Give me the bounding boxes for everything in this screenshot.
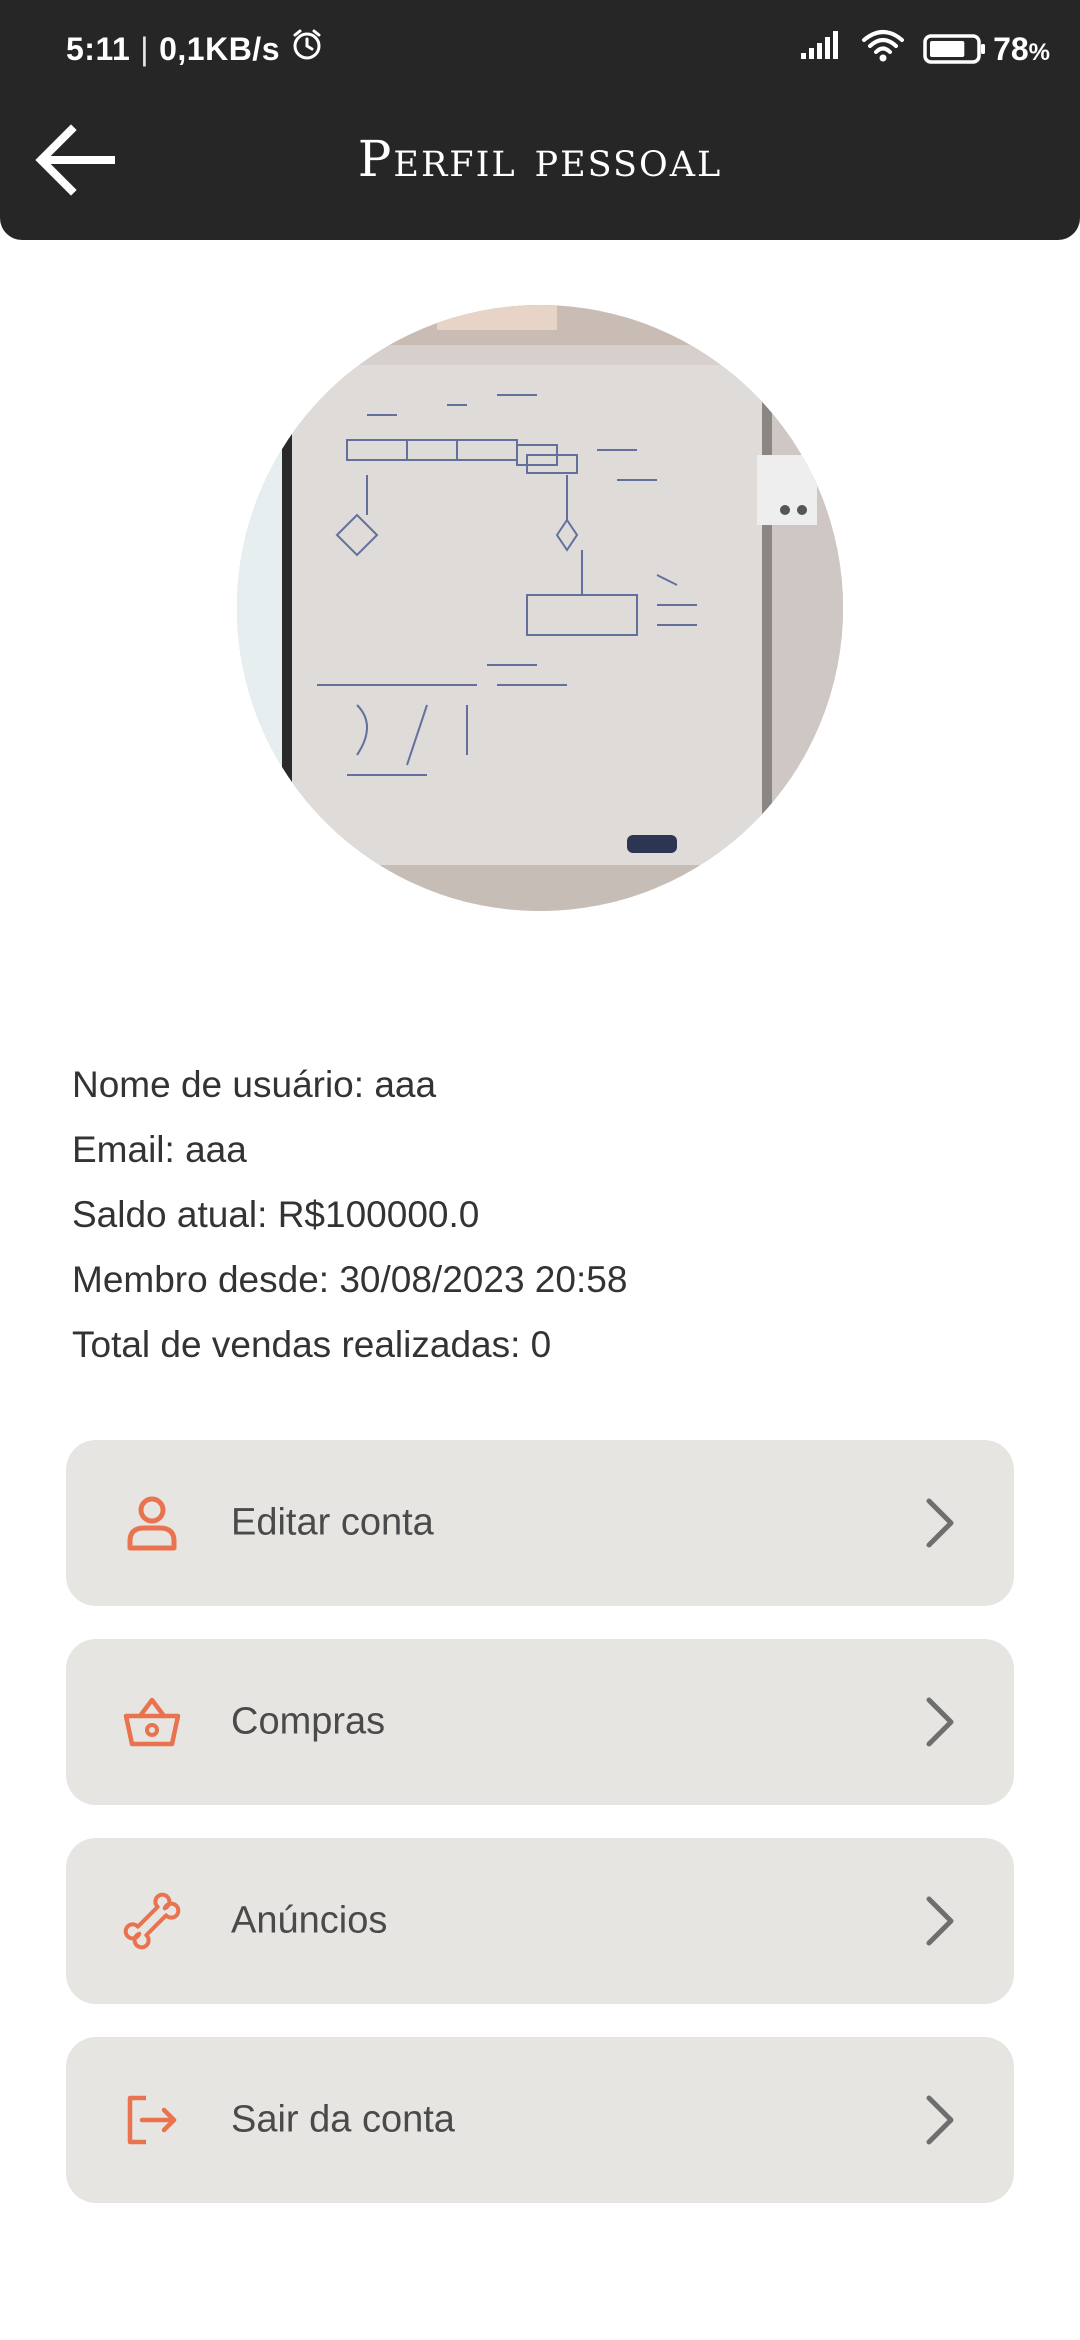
status-time: 5:11 (66, 30, 131, 67)
ads-label: Anúncios (231, 1899, 388, 1942)
username-field: Nome de usuário: aaa (72, 1064, 437, 1105)
signal-icon (799, 29, 843, 69)
app-header: 5:11 | 0,1KB/s 78% Perfil pessoal (0, 0, 1080, 240)
status-separator: | (140, 30, 150, 67)
wifi-icon (861, 28, 905, 70)
logout-label: Sair da conta (231, 2098, 455, 2141)
top-bar: Perfil pessoal (0, 100, 1080, 240)
chevron-right-icon (920, 1893, 960, 1949)
edit-account-label: Editar conta (231, 1501, 434, 1544)
battery-percent: 78 (993, 30, 1029, 67)
page-title: Perfil pessoal (357, 130, 723, 188)
purchases-button[interactable]: Compras (66, 1639, 1014, 1805)
ads-button[interactable]: Anúncios (66, 1838, 1014, 2004)
chevron-right-icon (920, 1495, 960, 1551)
member-since-field: Membro desde: 30/08/2023 20:58 (72, 1259, 628, 1300)
logout-icon (120, 2088, 184, 2152)
email-field: Email: aaa (72, 1129, 247, 1170)
purchases-label: Compras (231, 1700, 386, 1743)
battery-suffix: % (1028, 38, 1050, 66)
network-speed: 0,1KB/s (159, 30, 280, 67)
battery-indicator: 78% (923, 31, 1050, 68)
bone-icon (120, 1889, 184, 1953)
edit-account-button[interactable]: Editar conta (66, 1440, 1014, 1606)
status-left: 5:11 | 0,1KB/s (66, 28, 324, 70)
profile-avatar (237, 305, 843, 911)
status-bar: 5:11 | 0,1KB/s 78% (0, 0, 1080, 100)
profile-info: Nome de usuário: aaa Email: aaa Saldo at… (72, 1052, 1012, 1377)
basket-icon (120, 1690, 184, 1754)
status-right: 78% (799, 28, 1050, 70)
total-sales-field: Total de vendas realizadas: 0 (72, 1324, 552, 1365)
chevron-right-icon (920, 1694, 960, 1750)
balance-field: Saldo atual: R$100000.0 (72, 1194, 480, 1235)
avatar-whiteboard-photo (237, 305, 843, 911)
battery-icon (923, 34, 986, 64)
alarm-icon (290, 28, 324, 70)
logout-button[interactable]: Sair da conta (66, 2037, 1014, 2203)
person-icon (120, 1491, 184, 1555)
profile-menu: Editar conta Compras Anúncios Sair da co… (66, 1440, 1014, 2236)
chevron-right-icon (920, 2092, 960, 2148)
